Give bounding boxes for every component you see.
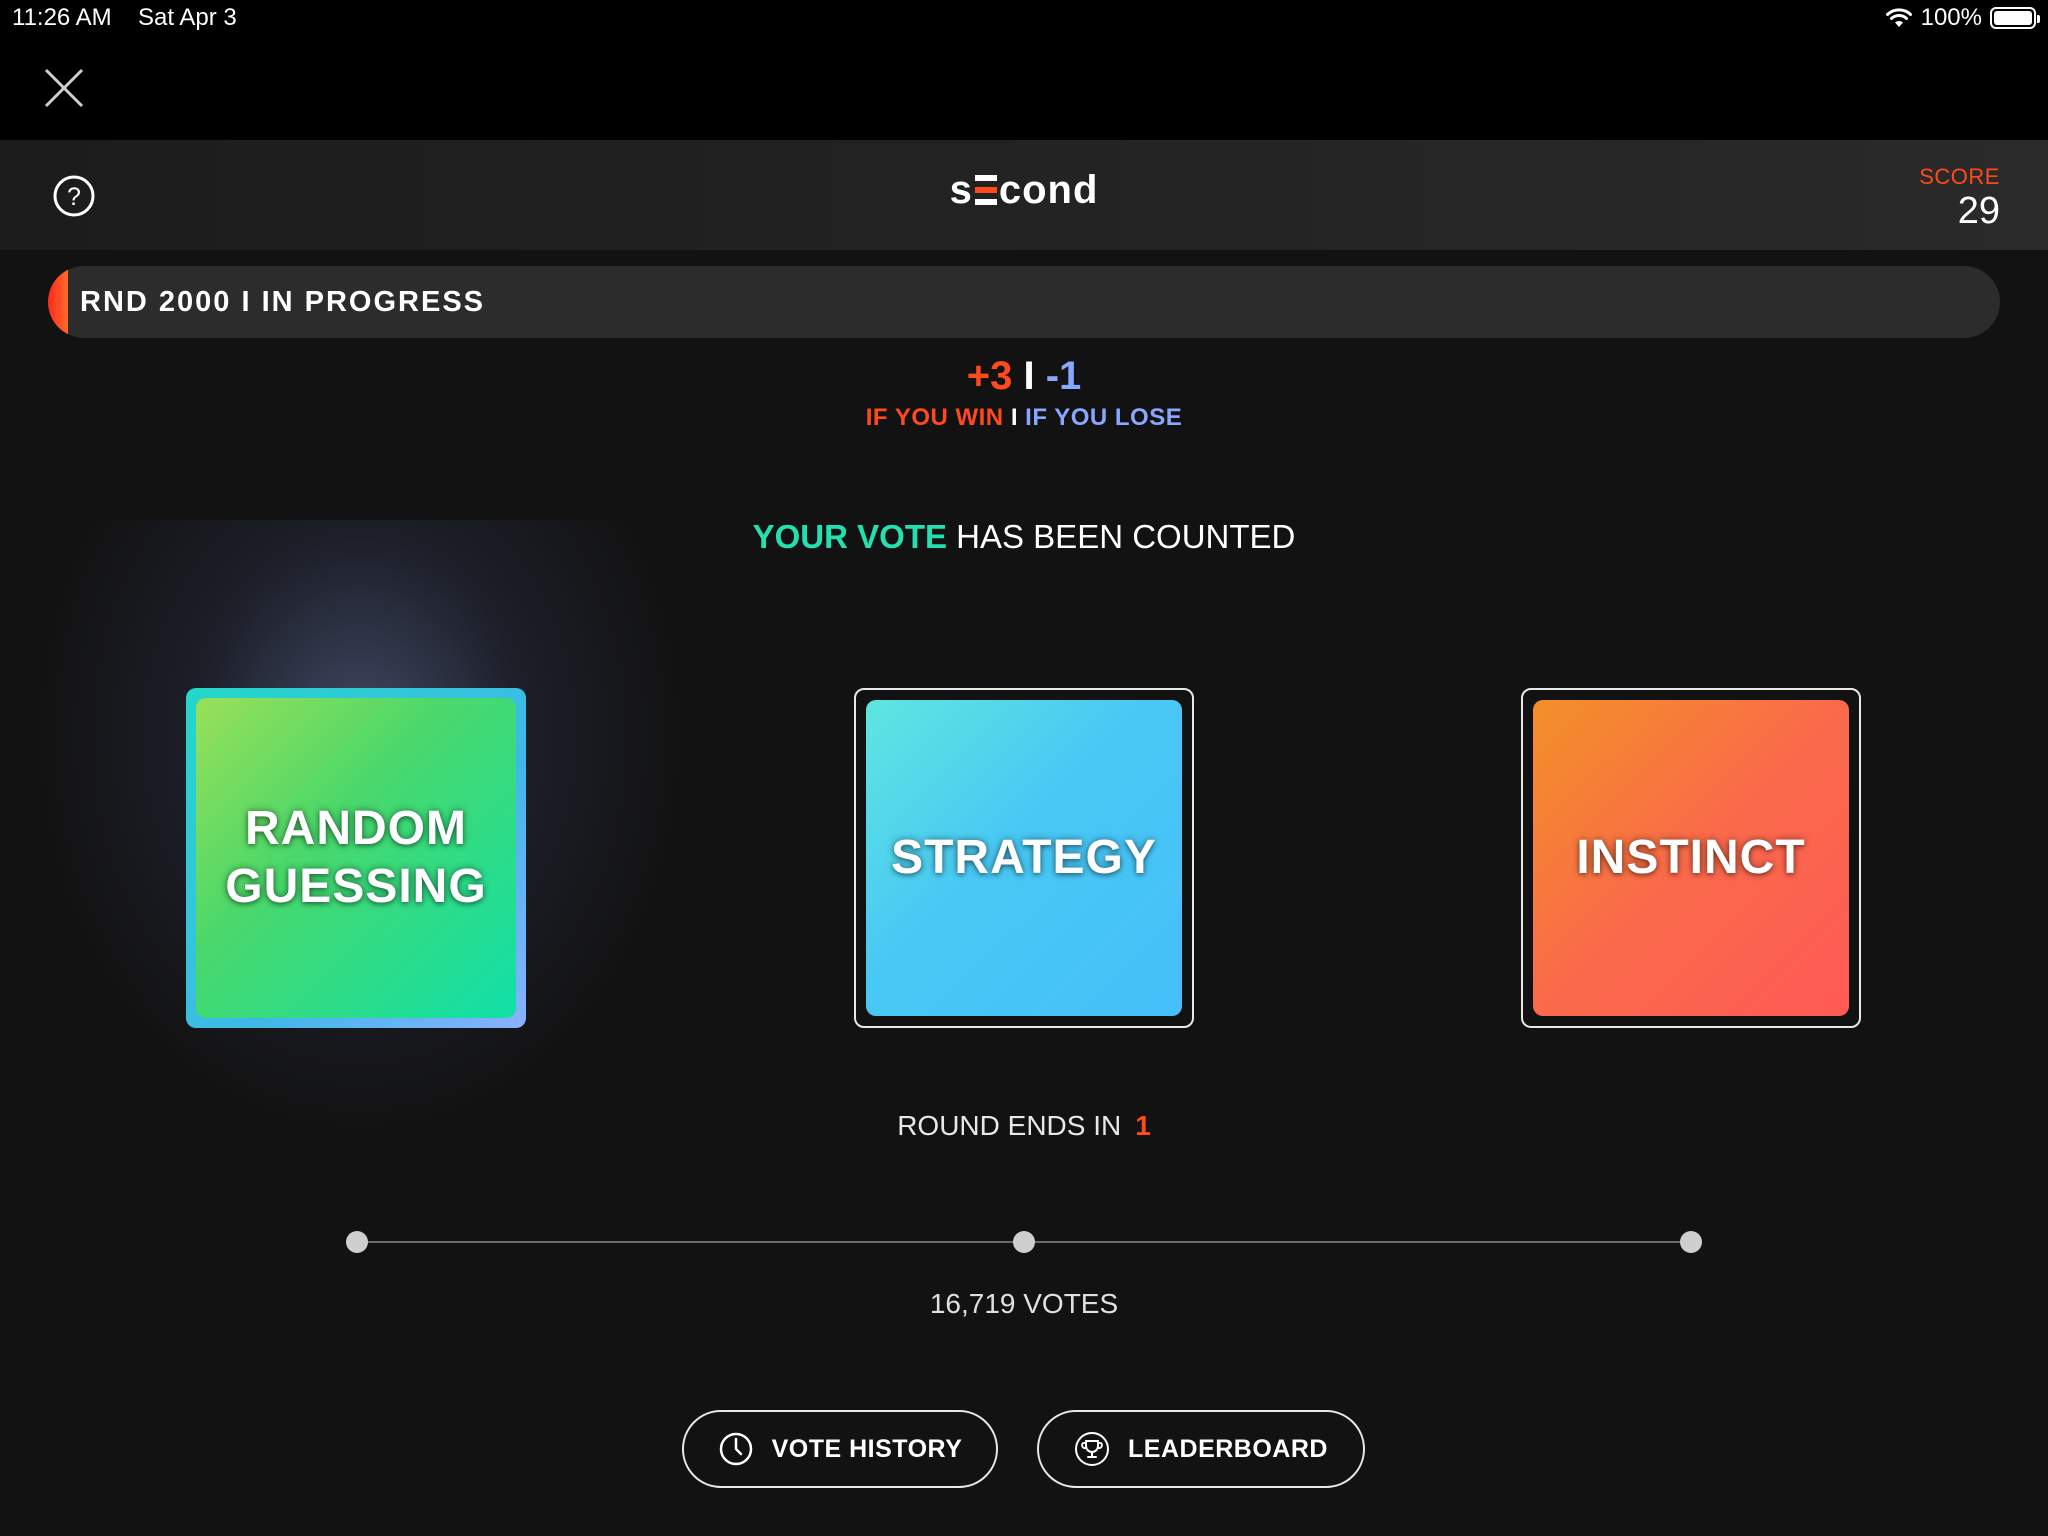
option-label: RANDOM GUESSING (225, 802, 487, 913)
app-header: ? s cond SCORE 29 (0, 140, 2048, 250)
vote-status-text: HAS BEEN COUNTED (946, 518, 1296, 555)
leaderboard-label: LEADERBOARD (1128, 1434, 1328, 1463)
round-ends-label: ROUND ENDS IN (897, 1110, 1122, 1141)
round-ends-value: 1 (1135, 1110, 1151, 1141)
round-timer: ROUND ENDS IN 1 (0, 1110, 2048, 1142)
round-progress (48, 266, 68, 338)
vote-history-button[interactable]: VOTE HISTORY (682, 1410, 998, 1488)
lose-value: -1 (1045, 354, 1082, 398)
close-icon[interactable] (42, 66, 86, 110)
status-bar: 11:26 AM Sat Apr 3 100% (0, 0, 2048, 40)
logo-right: cond (998, 168, 1099, 212)
option-card-random-guessing[interactable]: RANDOM GUESSING (186, 688, 526, 1028)
battery-percent: 100% (1920, 4, 1982, 31)
option-label: INSTINCT (1576, 831, 1806, 884)
leaderboard-button[interactable]: LEADERBOARD (1037, 1410, 1365, 1488)
win-label: IF YOU WIN (865, 404, 1004, 431)
score-label: SCORE (1919, 164, 2000, 189)
status-time: 11:26 AM (12, 4, 112, 31)
win-value: +3 (966, 354, 1013, 398)
logo-e-mark (974, 175, 997, 205)
option-card-strategy[interactable]: STRATEGY (854, 688, 1194, 1028)
stakes-label-separator: I (1010, 404, 1018, 431)
app-logo: s cond (0, 168, 2048, 213)
status-right: 100% (1885, 4, 2040, 32)
stakes-values: +3 I -1 (0, 354, 2048, 399)
battery-icon (1990, 7, 2040, 29)
vote-history-label: VOTE HISTORY (771, 1434, 963, 1463)
score-value: 29 (1957, 190, 2000, 232)
wifi-icon (1885, 8, 1912, 27)
clock-icon (719, 1432, 752, 1466)
option-label: STRATEGY (891, 831, 1157, 884)
vote-count: 16,719 VOTES (929, 1288, 1119, 1319)
vote-status-accent: YOUR VOTE (752, 518, 947, 555)
vote-dot-random-guessing (346, 1231, 368, 1253)
round-label: RND 2000 I IN PROGRESS (80, 286, 485, 318)
vote-dot-instinct (1680, 1231, 1702, 1253)
stakes-separator: I (1023, 354, 1035, 398)
status-date: Sat Apr 3 (138, 4, 237, 31)
lose-label: IF YOU LOSE (1025, 404, 1183, 431)
round-status-bar: RND 2000 I IN PROGRESS (48, 266, 2000, 338)
trophy-icon (1075, 1432, 1110, 1466)
stakes-labels: IF YOU WIN I IF YOU LOSE (0, 404, 2048, 432)
option-card-instinct[interactable]: INSTINCT (1521, 688, 1861, 1028)
vote-dot-strategy (1013, 1231, 1035, 1253)
close-bar (0, 40, 2048, 140)
logo-left: s (949, 168, 973, 212)
